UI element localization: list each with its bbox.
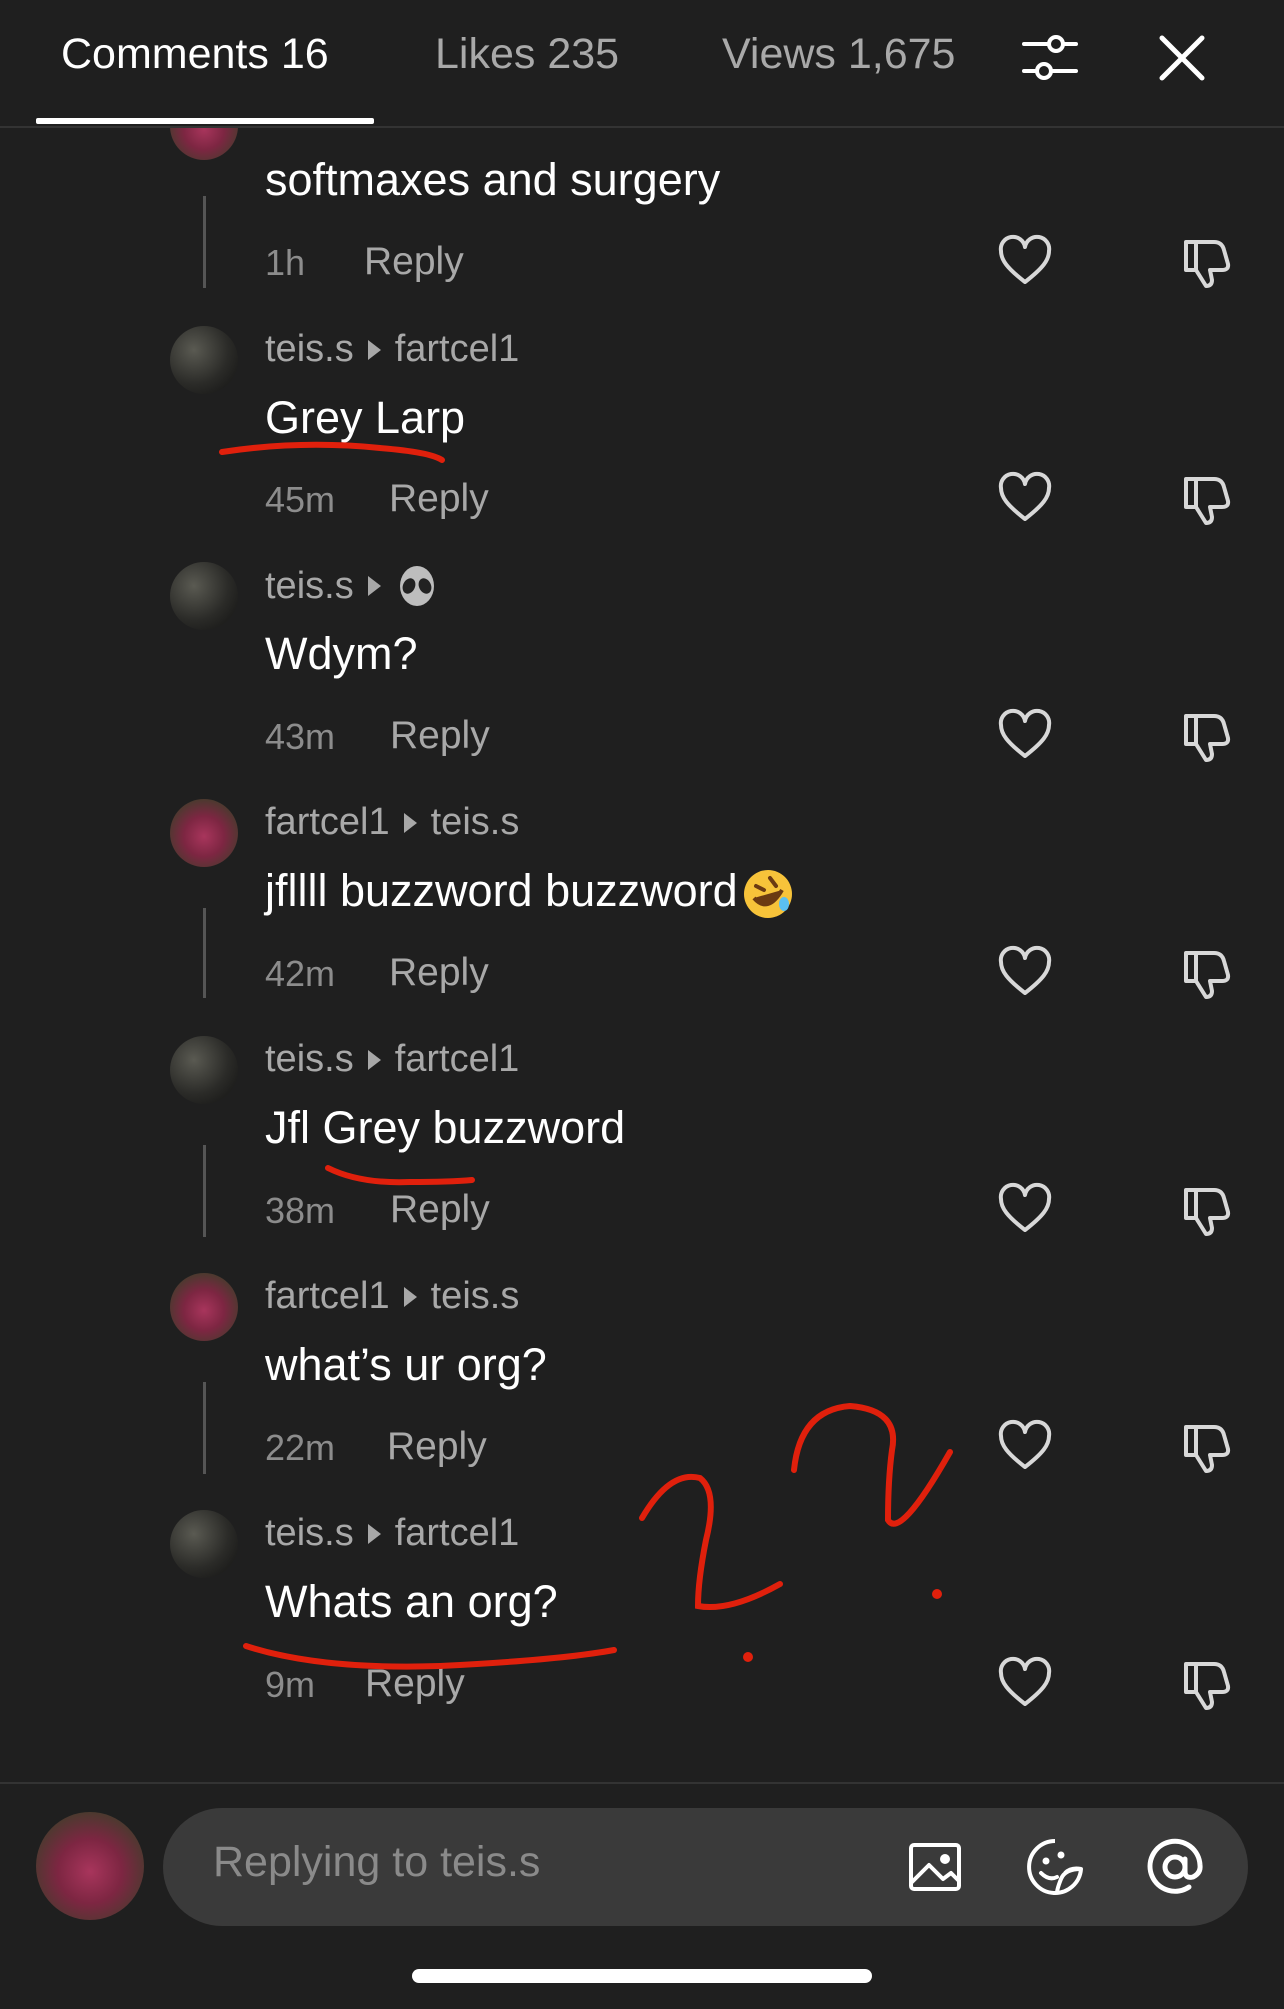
avatar[interactable] [170, 1036, 238, 1104]
heart-icon[interactable] [997, 708, 1053, 764]
reply-to-arrow-icon [367, 1523, 381, 1544]
author-name[interactable]: teis.s [265, 328, 354, 371]
dislike-icon[interactable] [1176, 1419, 1232, 1475]
active-tab-indicator [36, 118, 374, 124]
comment-time: 45m [265, 479, 336, 520]
comment-text: Wdym? [265, 628, 418, 679]
tab-likes[interactable]: Likes 235 [435, 30, 619, 79]
thread-line [203, 1382, 206, 1474]
divider [0, 1782, 1284, 1784]
avatar[interactable] [170, 799, 238, 867]
dislike-icon[interactable] [1176, 945, 1232, 1001]
heart-icon[interactable] [997, 945, 1053, 1001]
reply-to-arrow-icon [367, 576, 381, 596]
mention-icon[interactable] [1145, 1837, 1205, 1897]
comment-header: fartcel1 teis.s [265, 1275, 519, 1318]
author-name[interactable]: teis.s [265, 1512, 354, 1555]
author-name[interactable]: teis.s [265, 565, 354, 608]
comment-text: what’s ur org? [265, 1339, 547, 1390]
reply-button[interactable]: Reply [365, 1662, 465, 1706]
comment-time: 43m [265, 716, 336, 757]
reply-to-arrow-icon [403, 812, 417, 833]
comment-header: teis.s fartcel1 [265, 1512, 519, 1555]
target-name[interactable]: fartcel1 [395, 1512, 520, 1555]
avatar[interactable] [170, 562, 238, 630]
underline-grey-larp [219, 441, 445, 463]
comment-header: teis.s [265, 564, 439, 608]
comment-time: 1h [265, 242, 306, 283]
target-name[interactable]: fartcel1 [395, 1038, 520, 1081]
comment-text: softmaxes and surgery [265, 154, 721, 205]
filter-icon[interactable] [1020, 28, 1080, 88]
thread-line [203, 1145, 206, 1237]
heart-icon[interactable] [997, 1656, 1053, 1712]
underline-grey-buzzword [325, 1165, 475, 1186]
reply-input-placeholder: Replying to teis.s [213, 1838, 541, 1886]
comment-time: 38m [265, 1190, 336, 1231]
image-icon[interactable] [905, 1837, 965, 1897]
avatar[interactable] [170, 326, 238, 394]
target-name[interactable]: teis.s [431, 1275, 520, 1318]
author-name[interactable]: fartcel1 [265, 1275, 390, 1318]
comment-text: Jfl Grey buzzword [265, 1102, 626, 1153]
reply-button[interactable]: Reply [390, 1188, 490, 1232]
comment-text: Whats an org? [265, 1576, 558, 1627]
avatar[interactable] [170, 1510, 238, 1578]
tab-views[interactable]: Views 1,675 [722, 30, 955, 79]
tabs-header: Comments 16 Likes 235 Views 1,675 [0, 0, 1284, 128]
heart-icon[interactable] [997, 1182, 1053, 1238]
rofl-emoji-icon [743, 870, 792, 919]
close-icon[interactable] [1152, 28, 1212, 88]
comment-time: 22m [265, 1427, 336, 1468]
comment-time: 9m [265, 1664, 316, 1705]
reply-to-arrow-icon [403, 1286, 417, 1307]
reply-to-arrow-icon [367, 1049, 381, 1070]
target-name[interactable]: teis.s [431, 801, 520, 844]
comment-text-body: jfllll buzzword buzzword [265, 865, 738, 916]
alien-emoji-icon [399, 566, 434, 606]
heart-icon[interactable] [997, 1419, 1053, 1475]
heart-icon[interactable] [997, 234, 1053, 290]
comment-text: jfllll buzzword buzzword [265, 865, 794, 920]
tab-comments[interactable]: Comments 16 [61, 30, 329, 79]
question-mark-1 [639, 1473, 783, 1611]
thread-line [203, 196, 206, 288]
comment-text: Grey Larp [265, 392, 466, 443]
reply-button[interactable]: Reply [387, 1425, 487, 1469]
dislike-icon[interactable] [1176, 708, 1232, 764]
dislike-icon[interactable] [1176, 1182, 1232, 1238]
dislike-icon[interactable] [1176, 1656, 1232, 1712]
reply-input[interactable]: Replying to teis.s [163, 1808, 1248, 1926]
comment-header: teis.s fartcel1 [265, 328, 519, 371]
comment-header: fartcel1 teis.s [265, 801, 519, 844]
dislike-icon[interactable] [1176, 471, 1232, 527]
target-name[interactable]: fartcel1 [395, 328, 520, 371]
reply-button[interactable]: Reply [390, 714, 490, 758]
home-indicator [412, 1969, 872, 1983]
avatar[interactable] [170, 1273, 238, 1341]
thread-line [203, 908, 206, 998]
reply-to-arrow-icon [367, 339, 381, 360]
dislike-icon[interactable] [1176, 234, 1232, 290]
current-user-avatar [36, 1812, 144, 1920]
author-name[interactable]: fartcel1 [265, 801, 390, 844]
author-name[interactable]: teis.s [265, 1038, 354, 1081]
comment-time: 42m [265, 953, 336, 994]
reply-button[interactable]: Reply [364, 240, 464, 284]
question-mark-2 [791, 1402, 953, 1527]
reply-button[interactable]: Reply [389, 477, 489, 521]
sticker-icon[interactable] [1025, 1837, 1085, 1897]
comment-header: teis.s fartcel1 [265, 1038, 519, 1081]
reply-button[interactable]: Reply [389, 951, 489, 995]
heart-icon[interactable] [997, 471, 1053, 527]
red-annotation-marks [219, 441, 953, 1670]
